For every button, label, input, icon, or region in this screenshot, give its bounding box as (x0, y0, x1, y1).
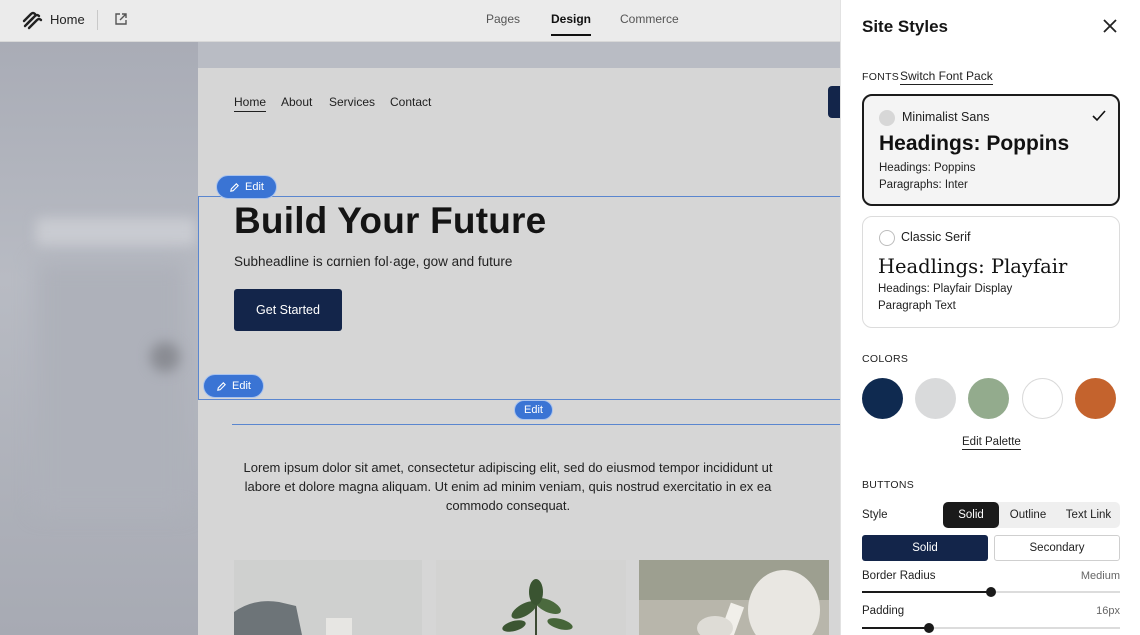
chair-image (234, 560, 422, 635)
button-style-segmented: Solid Outline Text Link (943, 502, 1120, 528)
edit-label: Edit (232, 380, 251, 392)
fonts-section-label: FONTS (862, 71, 900, 83)
padding-label: Padding (862, 605, 905, 617)
tab-pages[interactable]: Pages (486, 12, 520, 26)
site-nav-services[interactable]: Services (329, 95, 375, 109)
switch-font-pack-link[interactable]: Switch Font Pack (900, 69, 993, 85)
font-pack-name: Classic Serif (901, 230, 971, 244)
style-option-text-link[interactable]: Text Link (1057, 502, 1120, 528)
font-pack-minimalist-sans[interactable]: Minimalist Sans Headings: Poppins Headin… (862, 94, 1120, 206)
site-nav-about[interactable]: About (281, 95, 312, 109)
font-pack-radio[interactable] (879, 110, 895, 126)
site-header-button[interactable] (828, 86, 840, 118)
blurred-shape (36, 218, 196, 246)
slider-fill (862, 591, 991, 593)
slider-handle[interactable] (924, 623, 935, 633)
border-radius-label: Border Radius (862, 570, 936, 582)
site-page: Home About Services Contact Edit Build Y… (198, 68, 840, 635)
blurred-background (0, 42, 198, 635)
border-radius-slider[interactable] (862, 587, 1120, 597)
panel-title: Site Styles (862, 17, 948, 36)
edit-hero-button[interactable]: Edit (216, 175, 277, 199)
font-pack-heading-font: Headings: Poppins (879, 162, 976, 174)
padding-value: 16px (1096, 605, 1120, 617)
slider-fill (862, 627, 930, 629)
edit-label: Edit (524, 404, 543, 416)
home-link[interactable]: Home (50, 12, 85, 27)
site-nav-contact[interactable]: Contact (390, 95, 431, 109)
section-divider-line (232, 424, 840, 425)
gallery-image-chair[interactable] (234, 560, 422, 635)
squarespace-logo-icon[interactable] (20, 10, 44, 32)
pencil-icon (230, 182, 239, 192)
color-swatch-white[interactable] (1022, 378, 1063, 419)
color-swatch-navy[interactable] (862, 378, 903, 419)
blurred-shape (150, 342, 180, 372)
body-paragraph: Lorem ipsum dolor sit amet, consectetur … (243, 460, 773, 513)
variant-secondary-button[interactable]: Secondary (994, 535, 1120, 561)
tab-commerce[interactable]: Commerce (620, 12, 679, 26)
color-swatch-sage[interactable] (968, 378, 1009, 419)
blurred-shape (36, 262, 186, 512)
color-swatch-orange[interactable] (1075, 378, 1116, 419)
font-pack-radio[interactable] (879, 230, 895, 246)
topbar-divider (97, 10, 98, 30)
gallery-image-vases[interactable] (639, 560, 829, 635)
font-pack-paragraph-font: Paragraphs: Inter (879, 179, 968, 191)
border-radius-value: Medium (1080, 570, 1120, 582)
variant-solid-button[interactable]: Solid (862, 535, 988, 561)
style-option-solid[interactable]: Solid (943, 502, 999, 528)
buttons-section-label: BUTTONS (862, 479, 915, 491)
edit-palette-link[interactable]: Edit Palette (962, 436, 1021, 450)
colors-section-label: COLORS (862, 353, 909, 365)
pencil-icon (217, 381, 226, 391)
external-link-icon[interactable] (114, 12, 128, 26)
edit-divider-button[interactable]: Edit (514, 400, 553, 420)
font-pack-heading-preview: Headings: Poppins (879, 132, 1070, 155)
font-pack-classic-serif[interactable]: Classic Serif Headlings: Playfair Headin… (862, 216, 1120, 328)
gallery-image-plant[interactable] (436, 560, 626, 635)
edit-label: Edit (245, 181, 264, 193)
close-icon[interactable] (1103, 19, 1117, 33)
color-swatch-light-gray[interactable] (915, 378, 956, 419)
vases-image (639, 560, 829, 635)
style-label: Style (862, 509, 888, 521)
font-pack-heading-preview: Headlings: Playfair (878, 255, 1068, 278)
get-started-button[interactable]: Get Started (234, 289, 342, 331)
site-preview-canvas: Home About Services Contact Edit Build Y… (0, 42, 840, 635)
font-pack-paragraph-font: Paragraph Text (878, 300, 956, 312)
font-pack-heading-font: Headings: Playfair Display (878, 283, 1013, 295)
style-option-outline[interactable]: Outline (1001, 502, 1055, 528)
editor-topbar: Home Pages Design Commerce (0, 0, 840, 42)
plant-image (436, 560, 626, 635)
check-icon (1092, 110, 1106, 122)
site-nav-home[interactable]: Home (234, 95, 267, 112)
site-styles-panel: Site Styles FONTS Switch Font Pack Minim… (840, 0, 1140, 635)
hero-subtitle: Subheadline is cɑrnien fol·age, gow and … (234, 254, 513, 269)
slider-handle[interactable] (986, 587, 996, 597)
font-pack-name: Minimalist Sans (902, 110, 990, 124)
edit-section-button[interactable]: Edit (203, 374, 264, 398)
padding-slider[interactable] (862, 623, 1120, 633)
tab-design[interactable]: Design (551, 12, 592, 36)
hero-title: Build Your Future (234, 200, 547, 241)
